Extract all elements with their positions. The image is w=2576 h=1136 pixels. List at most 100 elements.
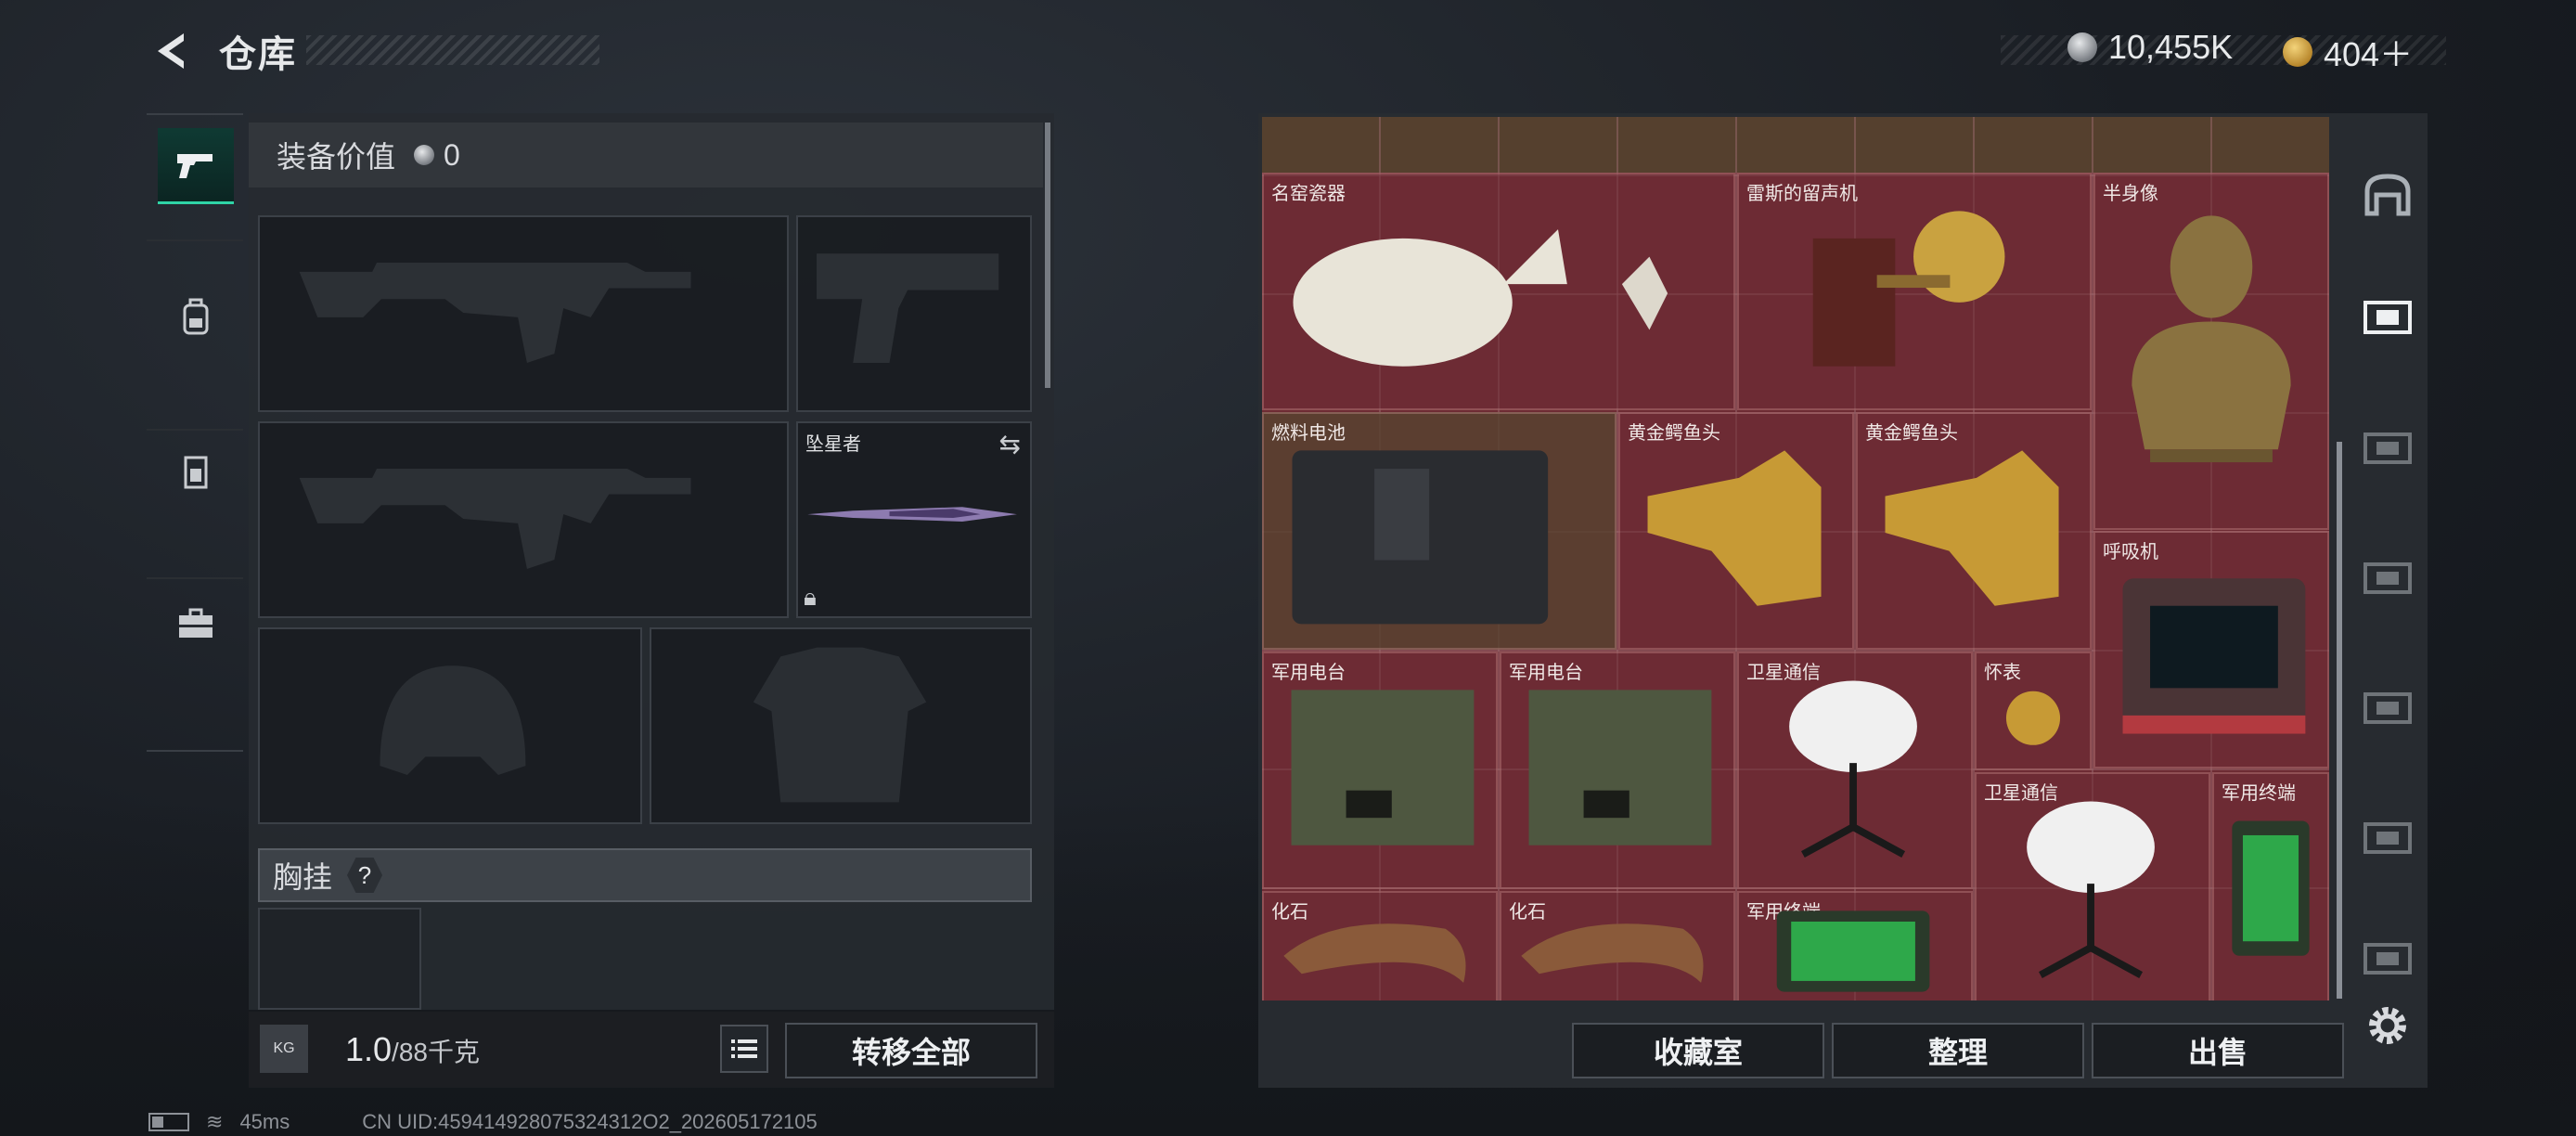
stash-item[interactable]: 名窑瓷器 xyxy=(1262,173,1735,410)
gold-amount: 404＋ xyxy=(2324,35,2414,73)
loadout-value-row: 装备价值 0 xyxy=(249,123,1043,187)
tab-divider xyxy=(147,750,243,752)
bust-icon xyxy=(2132,215,2291,463)
blade-icon xyxy=(807,507,1017,522)
silver-coin-icon xyxy=(2067,32,2097,62)
loadout-value-label: 装备价值 xyxy=(277,140,396,174)
backpack-icon xyxy=(183,298,209,335)
military-radio-icon xyxy=(1291,690,1475,846)
back-arrow-icon[interactable] xyxy=(148,28,195,74)
stash-grid: 名窑瓷器 雷斯的留声机 半身像 燃料电池 黄金鳄鱼头 黄金鳄鱼头 呼吸机 军用电… xyxy=(1262,117,2329,1000)
tab-stash-5[interactable] xyxy=(2348,789,2428,882)
sell-button[interactable]: 出售 xyxy=(2092,1023,2344,1078)
military-terminal-icon xyxy=(2232,820,2310,956)
briefcase-icon xyxy=(179,608,213,638)
helmet-slot[interactable] xyxy=(258,627,642,824)
stash-scrollbar[interactable] xyxy=(2337,442,2342,999)
list-view-button[interactable] xyxy=(720,1025,768,1073)
stash-tabs xyxy=(2348,130,2428,975)
tab-stash-1[interactable] xyxy=(2348,269,2428,362)
stash-IV-icon xyxy=(2363,943,2412,975)
secondary-weapon-slot[interactable] xyxy=(258,421,789,618)
armor-slot[interactable] xyxy=(650,627,1032,824)
primary-weapon-slot[interactable] xyxy=(258,215,789,412)
settings-gear-icon[interactable] xyxy=(2363,1000,2413,1051)
stash-item[interactable]: 军用电台 xyxy=(1500,652,1735,889)
rifle-silhouette-icon xyxy=(299,469,691,569)
pocket-watch-icon xyxy=(2005,691,2061,745)
gramophone-icon xyxy=(1812,211,2005,367)
wifi-icon: ≋ xyxy=(206,1110,224,1133)
tab-stash-3[interactable] xyxy=(2348,529,2428,622)
loadout-value-amount: 0 xyxy=(444,137,460,172)
tab-divider xyxy=(147,239,243,241)
melee-slot[interactable]: 坠星者 ⇆ 🔒︎ xyxy=(796,421,1032,618)
stash-item[interactable]: 卫星通信 xyxy=(1975,772,2210,1000)
page-title: 仓库 xyxy=(219,34,297,75)
loadout-tabs xyxy=(147,113,243,752)
satellite-dish-icon xyxy=(2027,801,2155,979)
top-bar: 仓库 10,455K 404＋ xyxy=(0,0,2576,102)
silver-currency[interactable]: 10,455K xyxy=(2067,28,2233,67)
stash-item[interactable]: 军用终端 xyxy=(2212,772,2329,1000)
loadout-bottom-bar: KG 1.0/88千克 转移全部 xyxy=(249,1012,1054,1088)
stash-item[interactable]: 军用电台 xyxy=(1262,652,1498,889)
stash-item[interactable]: 化石 xyxy=(1500,891,1735,1000)
military-radio-icon xyxy=(1528,690,1712,846)
lock-icon: 🔒︎ xyxy=(804,583,817,611)
stash-item[interactable]: 半身像 xyxy=(2093,173,2329,530)
stash-IV-icon xyxy=(2363,432,2412,464)
chest-rig-label: 胸挂 xyxy=(273,860,333,894)
tab-stash-2[interactable] xyxy=(2348,399,2428,492)
tab-backpack[interactable] xyxy=(158,280,234,356)
tab-divider xyxy=(147,577,243,579)
stash-item[interactable]: 呼吸机 xyxy=(2093,531,2329,768)
pistol-silhouette-icon xyxy=(817,253,999,363)
vest-icon xyxy=(184,456,208,489)
battery-icon xyxy=(148,1113,189,1131)
stash-III-icon xyxy=(2363,692,2412,724)
stash-IV-icon xyxy=(2363,562,2412,594)
golden-crocodile-head-icon xyxy=(1647,450,1822,606)
military-terminal-icon xyxy=(1776,910,1930,992)
fossil-claw-icon xyxy=(1521,923,1704,983)
stash-item[interactable]: 化石 xyxy=(1262,891,1498,1000)
weight-current: 1.0 xyxy=(345,1030,393,1068)
tab-vest[interactable] xyxy=(158,434,234,510)
collection-room-button[interactable]: 收藏室 xyxy=(1572,1023,1824,1078)
tab-stash-4[interactable] xyxy=(2348,659,2428,752)
helmet-silhouette-icon xyxy=(380,665,526,775)
chest-rig-header: 胸挂 ? xyxy=(258,848,1032,902)
stash-item[interactable]: 雷斯的留声机 xyxy=(1737,173,2092,410)
weight-icon: KG xyxy=(260,1025,308,1073)
stash-I-icon xyxy=(2363,301,2412,334)
stash-IV-icon xyxy=(2363,822,2412,854)
tab-divider xyxy=(147,429,243,431)
stash-item[interactable]: 黄金鳄鱼头 xyxy=(1618,412,1854,650)
loadout-scrollbar[interactable] xyxy=(1045,123,1050,388)
help-icon[interactable]: ? xyxy=(347,858,383,893)
tab-stash-6[interactable] xyxy=(2348,910,2428,1002)
tab-weapons[interactable] xyxy=(158,128,234,204)
stash-item[interactable]: 军用终端 xyxy=(1737,891,1973,1000)
tab-warehouse[interactable] xyxy=(2348,148,2428,241)
golden-crocodile-head-icon xyxy=(1885,450,2059,606)
sidearm-slot[interactable] xyxy=(796,215,1032,412)
chest-rig-slot[interactable] xyxy=(258,908,421,1010)
ventilator-icon xyxy=(2122,578,2306,734)
stash-item[interactable]: 燃料电池 xyxy=(1262,412,1616,650)
sort-button[interactable]: 整理 xyxy=(1832,1023,2084,1078)
rifle-silhouette-icon xyxy=(299,263,691,363)
stash-item[interactable]: 怀表 xyxy=(1975,652,2092,770)
satellite-dish-icon xyxy=(1789,680,1917,858)
pistol-icon xyxy=(177,153,213,178)
gold-currency[interactable]: 404＋ xyxy=(2283,28,2413,76)
stash-item[interactable]: 卫星通信 xyxy=(1737,652,1973,889)
armor-silhouette-icon xyxy=(753,647,927,803)
silver-coin-icon xyxy=(414,145,435,165)
tab-case[interactable] xyxy=(158,587,234,663)
stash-item[interactable]: 黄金鳄鱼头 xyxy=(1856,412,2092,650)
transfer-all-button[interactable]: 转移全部 xyxy=(785,1023,1037,1078)
fuel-cell-icon xyxy=(1292,450,1549,625)
silver-amount: 10,455K xyxy=(2108,28,2234,66)
